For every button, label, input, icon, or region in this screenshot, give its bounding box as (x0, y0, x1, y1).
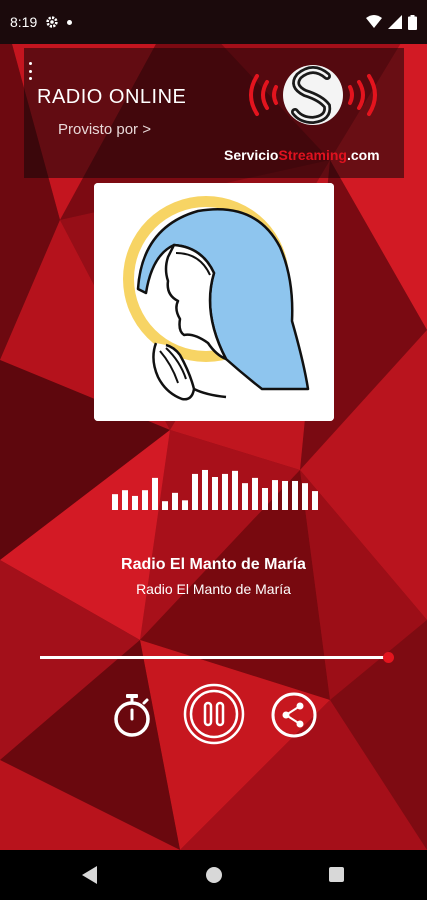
equalizer-bar (112, 494, 118, 510)
status-time: 8:19 (10, 14, 38, 30)
equalizer-bar (172, 492, 178, 510)
equalizer-bar (312, 491, 318, 510)
signal-icon (388, 15, 402, 29)
volume-slider-fill (40, 656, 389, 659)
station-title: Radio El Manto de María (121, 556, 306, 573)
wifi-icon (366, 15, 382, 28)
status-bar: 8:19 (0, 0, 427, 44)
servicio-streaming-logo-icon[interactable] (243, 54, 383, 136)
volume-slider[interactable] (40, 652, 395, 663)
equalizer-bar (162, 501, 168, 510)
station-artwork-virgin-mary (94, 183, 334, 421)
equalizer-bar (282, 480, 288, 510)
equalizer-bar (122, 490, 128, 510)
brand-text[interactable]: ServicioStreaming.com (224, 147, 380, 163)
equalizer-bar (132, 495, 138, 510)
battery-icon (408, 14, 417, 30)
share-button[interactable] (271, 692, 317, 738)
back-icon[interactable] (82, 866, 98, 884)
pause-icon (183, 683, 245, 745)
equalizer-bar (142, 490, 148, 510)
timer-icon (114, 694, 150, 737)
equalizer-bar (192, 473, 198, 510)
equalizer-bar (252, 477, 258, 510)
equalizer-bar (262, 488, 268, 510)
equalizer-bar (302, 483, 308, 510)
equalizer-bar (292, 480, 298, 510)
home-icon[interactable] (206, 867, 222, 883)
equalizer-bar (152, 477, 158, 510)
recents-icon[interactable] (329, 867, 344, 882)
equalizer-bar (182, 500, 188, 510)
equalizer-visualizer (112, 469, 318, 510)
equalizer-bar (272, 480, 278, 510)
more-options-icon[interactable] (27, 62, 33, 80)
sleep-timer-button[interactable] (111, 693, 153, 737)
notification-dot-icon (67, 19, 73, 25)
share-icon (271, 692, 317, 738)
equalizer-bar (212, 477, 218, 510)
app-title: RADIO ONLINE (37, 86, 187, 108)
equalizer-bar (222, 473, 228, 510)
gear-icon (46, 16, 58, 28)
station-subtitle: Radio El Manto de María (136, 581, 291, 597)
pause-button[interactable] (183, 683, 245, 745)
provider-link[interactable]: Provisto por > (58, 121, 151, 138)
equalizer-bar (232, 470, 238, 510)
equalizer-bar (242, 483, 248, 510)
equalizer-bar (202, 469, 208, 510)
